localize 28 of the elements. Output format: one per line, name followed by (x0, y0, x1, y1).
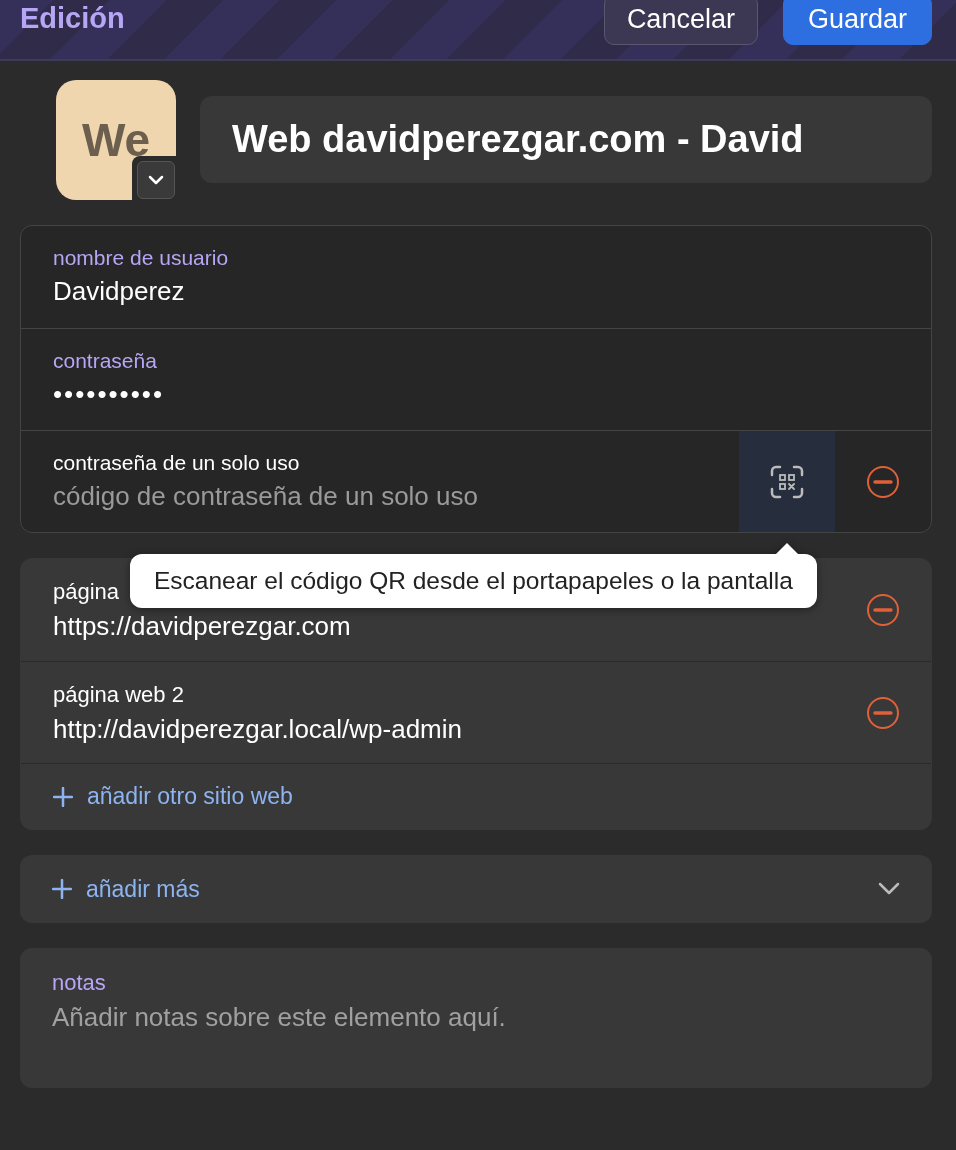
field-label: página (53, 579, 120, 605)
item-name-field[interactable]: Web davidperezgar.com - David (200, 96, 932, 183)
field-label: contraseña de un solo uso (53, 451, 300, 475)
add-website-link[interactable]: añadir otro sitio web (21, 763, 931, 829)
notes-field[interactable]: notas Añadir notas sobre este elemento aquí. (20, 948, 932, 1088)
qr-scan-icon (770, 464, 804, 499)
add-more-button[interactable]: añadir más (20, 855, 932, 923)
scan-qr-button[interactable] (739, 431, 835, 532)
remove-icon[interactable] (865, 694, 901, 731)
plus-icon (52, 879, 72, 899)
page-title: Edición (20, 1, 126, 36)
remove-icon[interactable] (865, 463, 901, 500)
chevron-down-icon[interactable] (137, 161, 175, 199)
plus-icon (53, 786, 73, 807)
field-label: nombre de usuario (53, 246, 229, 270)
otp-field[interactable]: código de contraseña de un solo uso (53, 481, 478, 512)
field-label: notas (52, 970, 107, 996)
cancel-button[interactable]: Cancelar (603, 0, 758, 45)
tooltip: Escanear el código QR desde el portapapeles o la pantalla (130, 543, 817, 608)
field-label: contraseña (53, 349, 157, 373)
save-button[interactable]: Guardar (782, 0, 932, 45)
website-field[interactable]: https://davidperezgar.com (53, 611, 351, 642)
website-field[interactable]: http://davidperezgar.local/wp-admin (53, 714, 462, 745)
field-label: página web 2 (53, 682, 184, 708)
remove-icon[interactable] (865, 592, 901, 628)
password-field[interactable]: •••••••••• (53, 379, 165, 410)
username-field[interactable]: Davidperez (53, 276, 185, 307)
notes-placeholder: Añadir notas sobre este elemento aquí. (52, 1002, 507, 1033)
